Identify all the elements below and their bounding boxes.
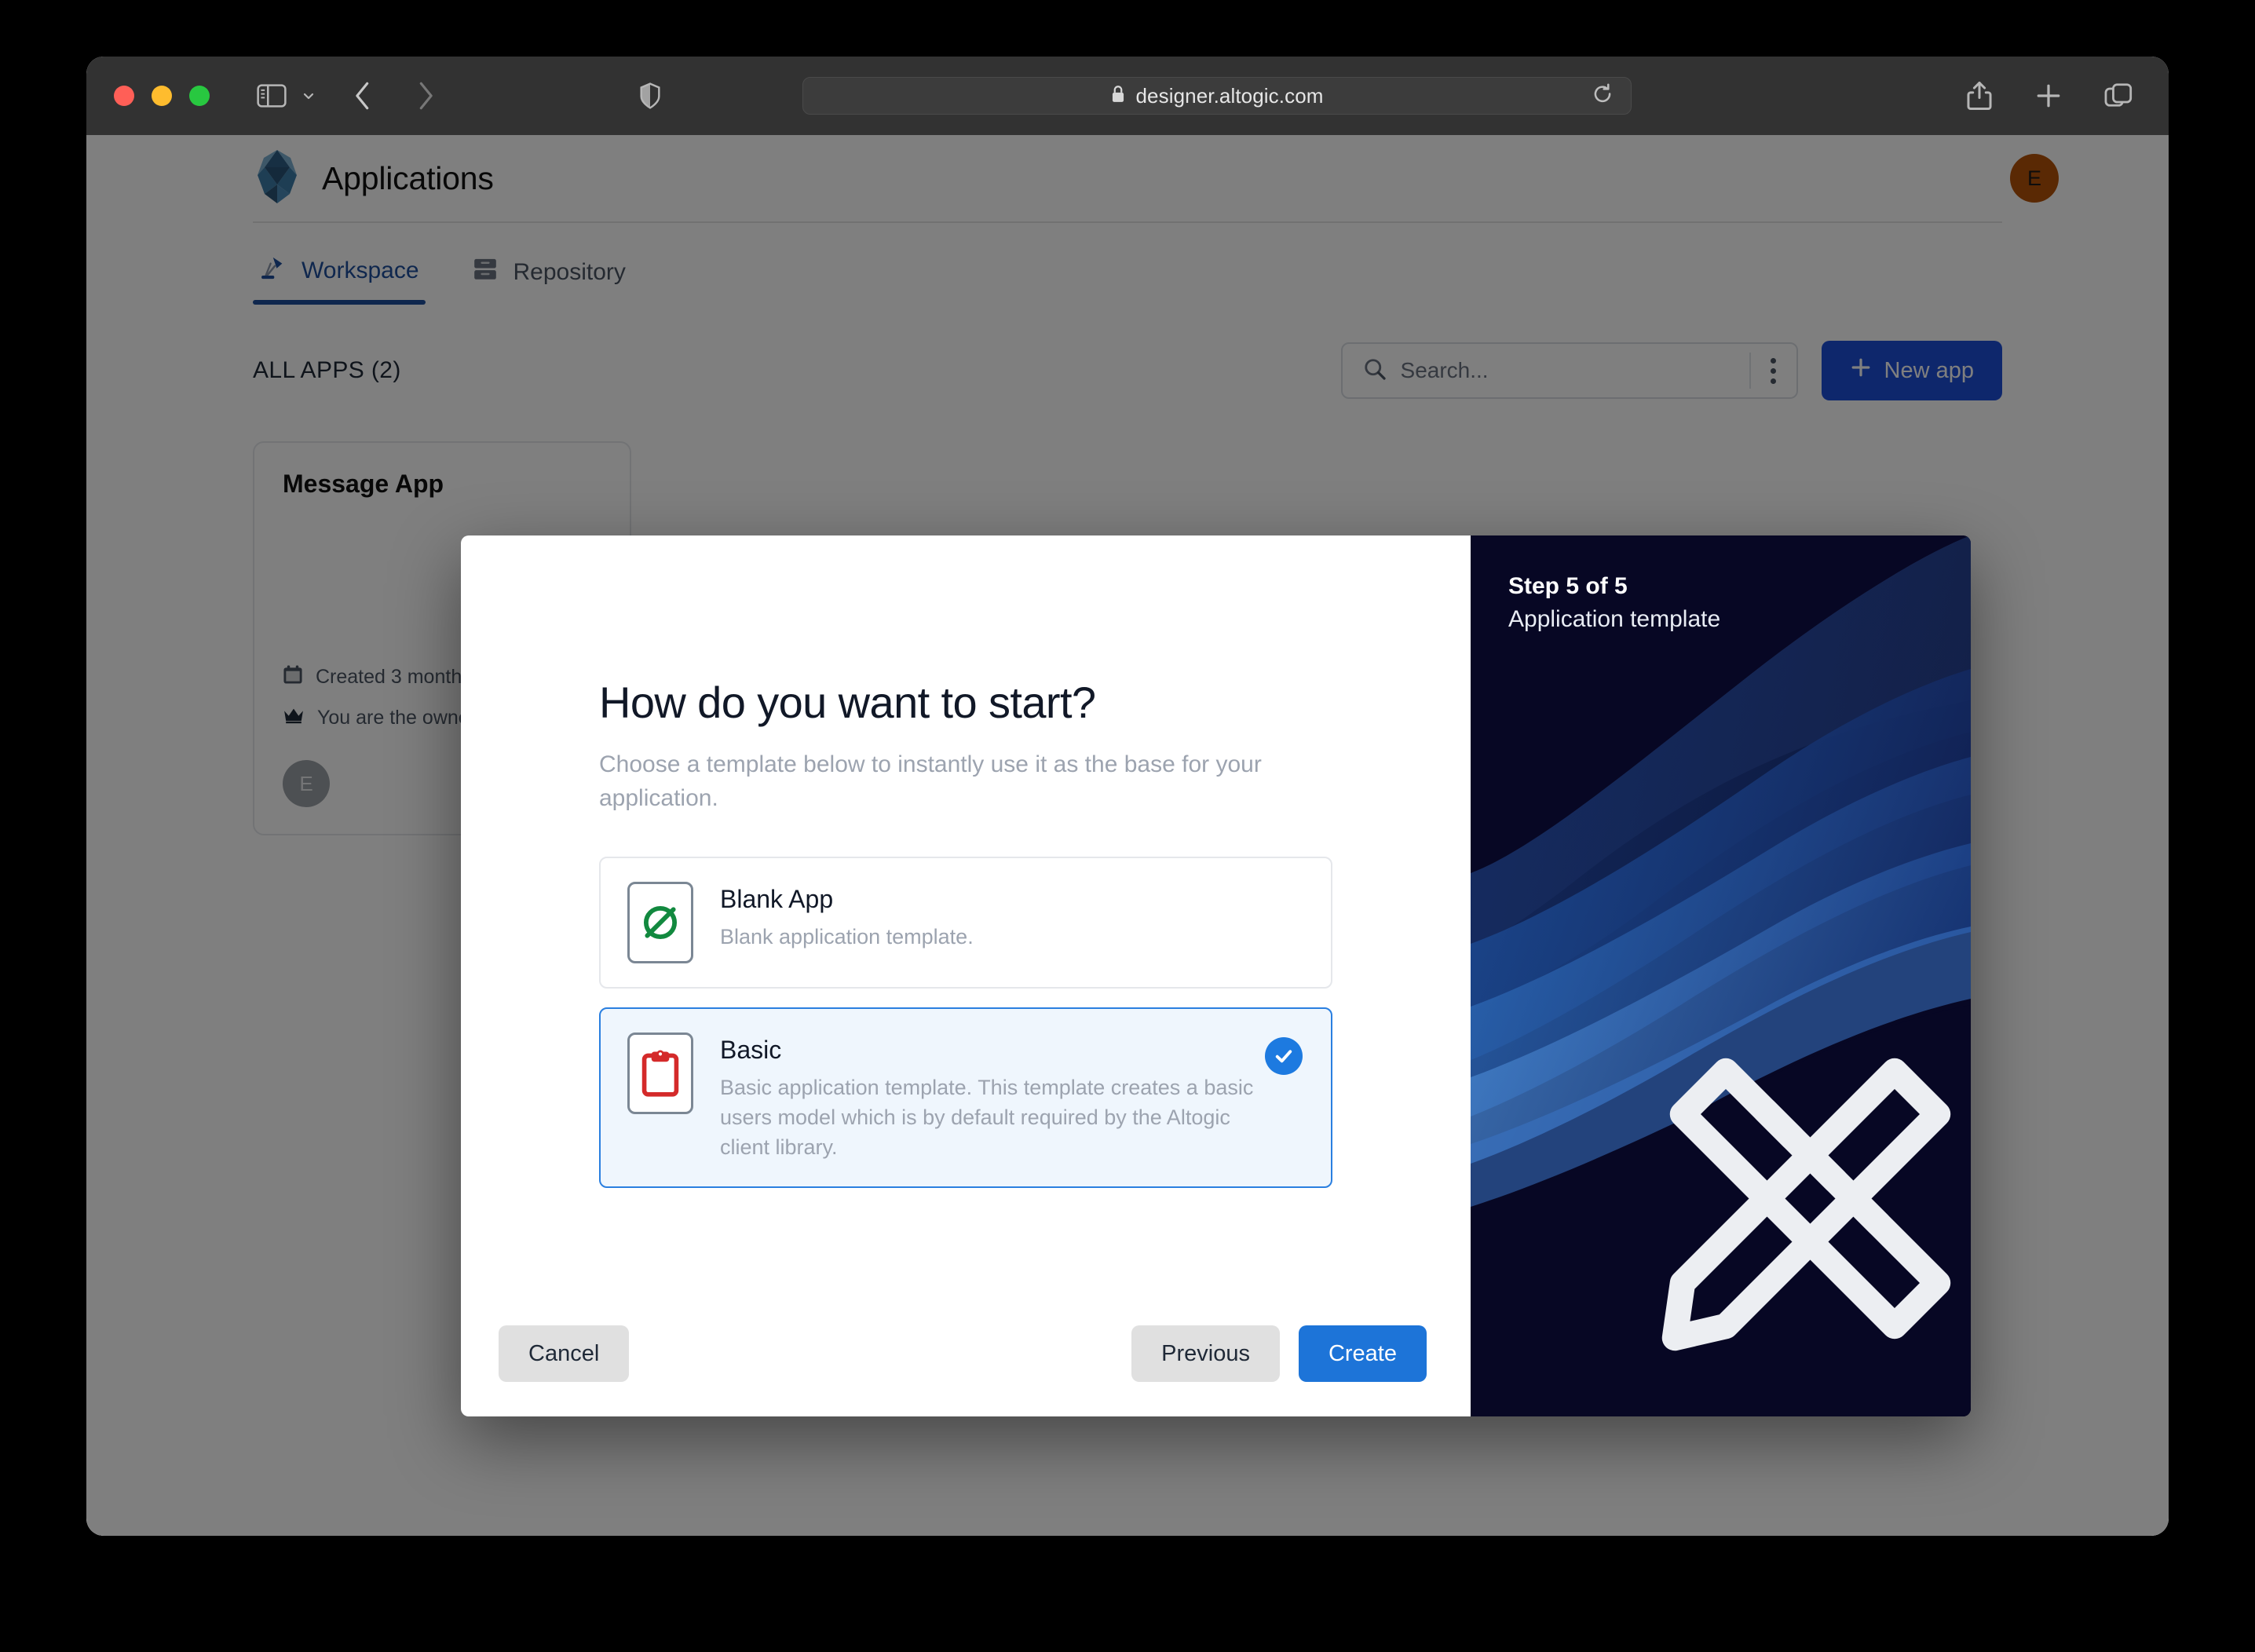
maximize-window-button[interactable]: [189, 86, 210, 106]
sidebar-toggle-icon[interactable]: [257, 84, 287, 108]
clipboard-icon: [627, 1032, 693, 1114]
check-circle-icon: [1265, 1036, 1303, 1075]
step-title: Step 5 of 5: [1508, 573, 1628, 599]
template-name: Blank App: [720, 884, 834, 913]
create-app-modal: How do you want to start? Choose a templ…: [461, 535, 1971, 1416]
template-description: Blank application template.: [720, 924, 974, 948]
browser-chrome: designer.altogic.com: [86, 57, 2169, 135]
close-window-button[interactable]: [114, 86, 134, 106]
back-arrow-icon[interactable]: [351, 80, 375, 111]
modal-subtitle: Choose a template below to instantly use…: [599, 751, 1262, 811]
tab-overview-icon[interactable]: [2104, 82, 2133, 109]
minimize-window-button[interactable]: [152, 86, 172, 106]
plus-icon[interactable]: [2035, 82, 2062, 109]
modal-title: How do you want to start?: [599, 678, 1096, 727]
window-controls: [114, 86, 210, 106]
previous-button[interactable]: Previous: [1131, 1325, 1280, 1382]
create-button[interactable]: Create: [1298, 1325, 1427, 1382]
modal-footer: Cancel Previous Create: [499, 1325, 1427, 1382]
template-option-basic[interactable]: Basic Basic application template. This t…: [599, 1007, 1332, 1188]
privacy-shield-icon[interactable]: [640, 82, 660, 109]
empty-set-icon: [627, 881, 693, 963]
template-text: Basic Basic application template. This t…: [720, 1032, 1304, 1163]
chevron-down-icon[interactable]: [299, 86, 318, 105]
reload-icon[interactable]: [1592, 83, 1614, 109]
chrome-right-actions: [1966, 57, 2133, 135]
share-icon[interactable]: [1966, 81, 1993, 111]
template-text: Blank App Blank application template.: [720, 882, 1304, 952]
page-content: Applications E Wor: [86, 135, 2169, 1536]
cancel-button[interactable]: Cancel: [499, 1325, 630, 1382]
address-bar[interactable]: designer.altogic.com: [802, 77, 1632, 115]
template-description: Basic application template. This templat…: [720, 1075, 1254, 1160]
step-subtitle: Application template: [1508, 606, 1721, 632]
browser-window: designer.altogic.com Search... How do yo…: [86, 57, 2169, 1536]
url-text: designer.altogic.com: [1135, 83, 1324, 108]
modal-body: How do you want to start? Choose a templ…: [461, 535, 1471, 1416]
template-option-blank-app[interactable]: Blank App Blank application template.: [599, 856, 1332, 989]
template-list: Blank App Blank application template. Ba…: [599, 856, 1332, 1188]
lock-icon: [1110, 85, 1126, 107]
forward-arrow-icon[interactable]: [414, 80, 437, 111]
footer-primary-actions: Previous Create: [1131, 1325, 1427, 1382]
step-indicator: Step 5 of 5 Application template: [1508, 573, 1720, 633]
modal-side-panel: Step 5 of 5 Application template: [1471, 535, 1971, 1416]
pencil-ruler-cross-icon: [1661, 1058, 1951, 1351]
template-name: Basic: [720, 1035, 782, 1064]
